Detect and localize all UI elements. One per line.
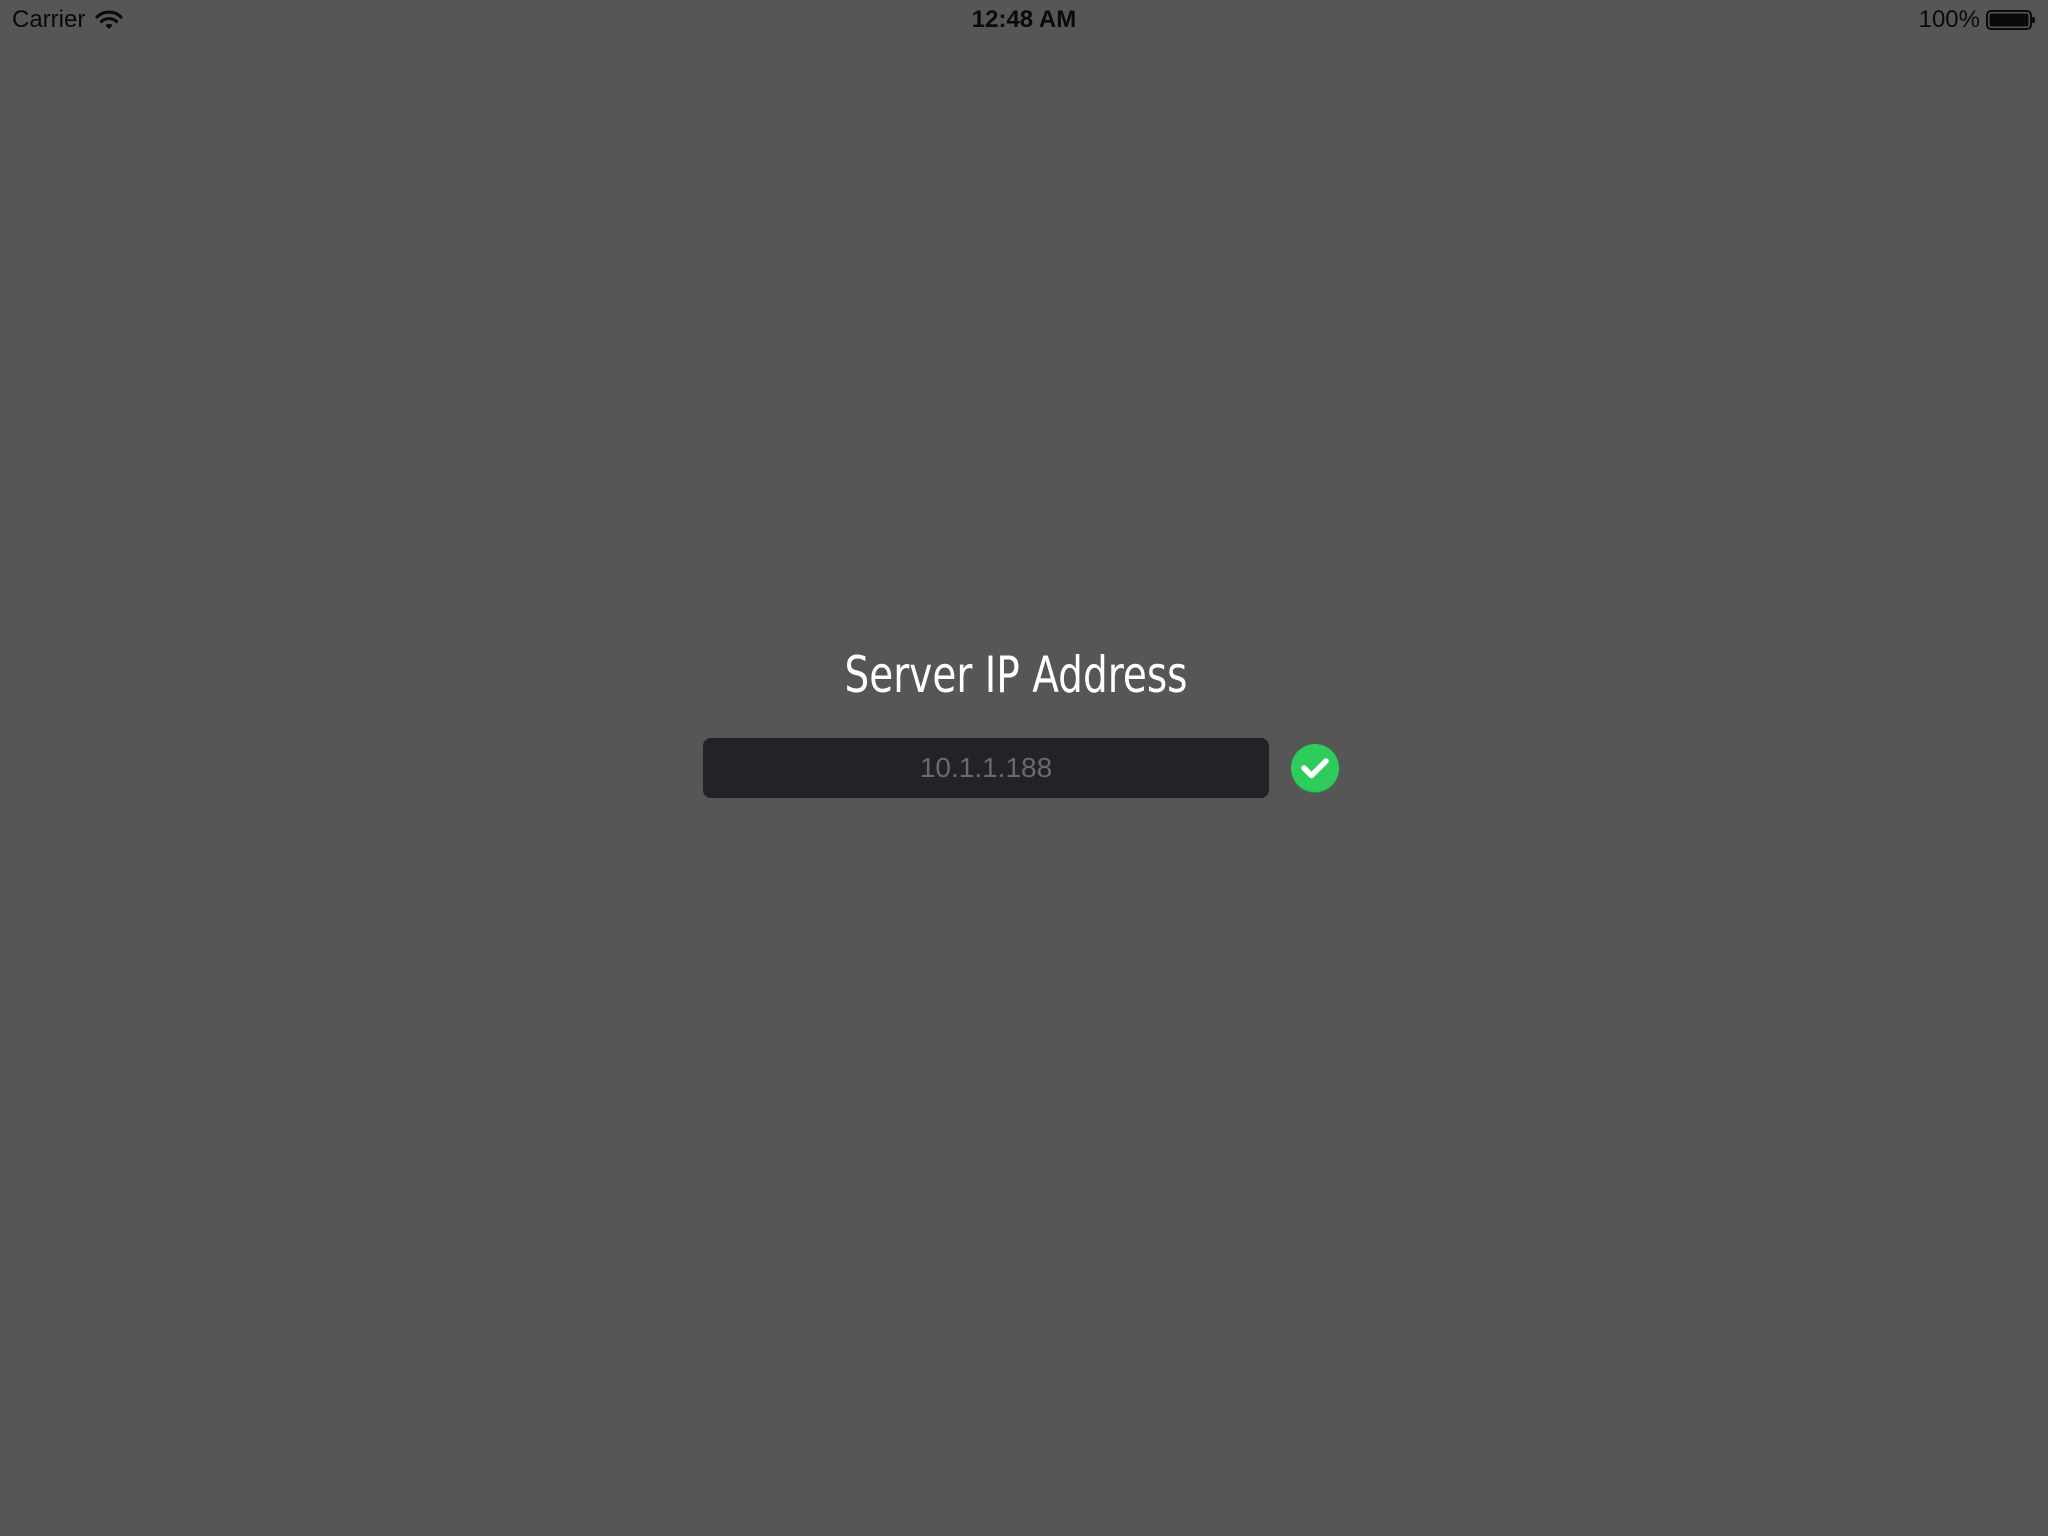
- status-time: 12:48 AM: [971, 6, 1077, 33]
- status-bar: Carrier 12:48 AM 100%: [0, 0, 2048, 40]
- status-right: 100%: [1919, 6, 2036, 34]
- server-ip-placeholder: 10.1.1.188: [919, 752, 1053, 783]
- screen: Carrier 12:48 AM 100% Server IP Address …: [0, 0, 2048, 1536]
- server-ip-field[interactable]: 10.1.1.188: [703, 738, 1269, 798]
- page-title: Server IP Address: [844, 646, 1188, 704]
- battery-percent-label: 100%: [1918, 6, 1980, 33]
- battery-icon: [1986, 9, 2036, 31]
- confirm-button[interactable]: [1289, 742, 1341, 794]
- checkmark-circle-icon: [1289, 744, 1341, 798]
